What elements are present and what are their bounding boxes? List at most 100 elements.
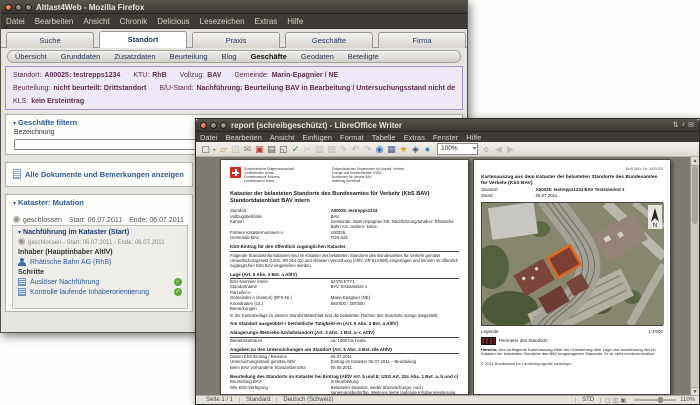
cut-icon[interactable]: ✂ — [302, 144, 313, 155]
minimize-button[interactable] — [210, 121, 217, 129]
hyperlink-icon[interactable]: ◉ — [374, 144, 385, 155]
zoom-icon[interactable]: ○ — [481, 144, 492, 155]
zoom-slider-knob[interactable] — [658, 397, 664, 403]
web-icon[interactable]: ● — [422, 144, 433, 155]
book-view-icon: ▣ — [620, 397, 627, 404]
sub-tab[interactable]: Blog — [215, 52, 244, 61]
doc-section-header: KbS-Eintrag für den öffentlich zugänglic… — [230, 244, 459, 252]
menu-item[interactable]: Datei — [196, 133, 222, 142]
bezeichnung-input[interactable] — [14, 139, 210, 150]
collapse-arrow-icon[interactable]: ▾ — [13, 201, 16, 207]
menu-item[interactable]: Extras — [250, 17, 283, 26]
zoom-percentage[interactable]: 110% — [680, 397, 695, 403]
menu-item[interactable]: Chronik — [115, 17, 153, 26]
main-tab[interactable]: Suche — [6, 32, 94, 48]
main-tab[interactable]: Standort — [99, 31, 187, 48]
legend-item-label: Perimeter des Standorts — [499, 338, 548, 344]
maximize-button[interactable] — [25, 3, 32, 11]
menu-item[interactable]: Extras — [400, 133, 429, 142]
save-icon[interactable]: ◫ — [230, 144, 241, 155]
format-paintbrush-icon[interactable]: ✎ — [338, 144, 349, 155]
main-tab[interactable]: Praxis — [192, 32, 280, 48]
step-link[interactable]: Kontrolle laufende Inhaberorientierung — [30, 289, 149, 296]
sub-tab[interactable]: Grunddaten — [54, 52, 108, 61]
firefox-titlebar: Altlast4Web - Mozilla Firefox — [1, 1, 467, 14]
info-text: A00025: testrepps1234 — [44, 72, 121, 79]
mail-indicator-icon[interactable]: ✉ — [688, 121, 694, 129]
menu-item[interactable]: Format — [336, 133, 368, 142]
network-indicator-icon[interactable]: ⇅ — [673, 121, 679, 129]
navigator-icon[interactable]: ◈ — [410, 144, 421, 155]
menu-item[interactable]: Hilfe — [462, 133, 485, 142]
sub-tab[interactable]: Beteiligte — [341, 52, 386, 61]
table-icon[interactable]: ▦ — [386, 144, 397, 155]
scrollbar-thumb[interactable] — [692, 166, 698, 224]
nachfuehrung-title: Nachführung im Kataster (Start) — [23, 229, 130, 236]
volume-indicator-icon[interactable]: ♪ — [682, 121, 686, 129]
page-preview-icon[interactable]: ◱ — [278, 144, 289, 155]
sub-tab[interactable]: Zusatzdaten — [107, 52, 162, 61]
menu-item[interactable]: Lesezeichen — [195, 17, 250, 26]
maximize-button[interactable] — [220, 121, 227, 129]
new-dropdown-icon[interactable]: ▾ — [212, 144, 217, 155]
menu-item[interactable]: Bearbeiten — [222, 133, 266, 142]
sub-tab[interactable]: Geodaten — [294, 52, 341, 61]
menu-item[interactable]: Ansicht — [78, 17, 114, 26]
zoom-combo[interactable]: 100% — [437, 143, 478, 155]
paragraph-style[interactable]: Standard — [240, 397, 278, 403]
info-text: Standort: — [13, 72, 42, 79]
close-button[interactable] — [5, 3, 12, 11]
doc-section-header: Lage (Art. 5 Abs. 3 Bst. a AltlV) — [230, 272, 459, 279]
menu-item[interactable]: Fenster — [429, 133, 462, 142]
open-icon[interactable]: ▱ — [218, 144, 229, 155]
email-icon[interactable]: ✉ — [242, 144, 253, 155]
view-layout-buttons[interactable]: ▢ ◫ ▣ — [601, 397, 630, 404]
step-link[interactable]: Auslöser Nachführung — [30, 279, 99, 286]
gallery-icon[interactable]: ★ — [398, 144, 409, 155]
copy-icon[interactable]: ▥ — [314, 144, 325, 155]
single-page-view-icon: ▢ — [605, 397, 611, 404]
back-icon[interactable]: ◀ — [493, 144, 504, 155]
spellcheck-icon[interactable]: ✓ — [290, 144, 301, 155]
menu-item[interactable]: Hilfe — [282, 17, 308, 26]
inhaber-link[interactable]: Rhätische Bahn AG (RhB) — [30, 259, 111, 266]
menu-item[interactable]: Bearbeiten — [30, 17, 79, 26]
zoom-slider[interactable] — [634, 397, 677, 403]
sub-tab[interactable]: Geschäfte — [244, 52, 294, 61]
pdf-export-icon[interactable]: ▣ — [254, 144, 265, 155]
map-scale: 1:2'000 — [648, 328, 663, 334]
selection-mode[interactable]: STD — [576, 397, 602, 403]
doc-section-header: Ablagerungs-/Betriebs-/Unfallstandort (A… — [230, 330, 459, 338]
vertical-scrollbar[interactable]: ▲ ▼ — [690, 157, 699, 396]
confed-line: Confederaziun svizra — [244, 179, 274, 183]
print-icon[interactable]: ▤ — [266, 144, 277, 155]
doc-paragraph: In der Kartenbeilage zu diesem Standortd… — [230, 312, 439, 318]
language-indicator[interactable]: Deutsch (Schweiz) — [277, 397, 577, 403]
collapse-arrow-icon[interactable]: ▾ — [18, 230, 21, 236]
scroll-up-arrow[interactable]: ▲ — [691, 157, 699, 166]
doc-row: Betriebszeitraum ca. 1900 bis heute — [230, 337, 366, 343]
menu-item[interactable]: Datei — [1, 17, 30, 26]
menu-item[interactable]: Tabelle — [368, 133, 400, 142]
show-all-documents-link[interactable]: Alle Dokumente und Bemerkungen anzeigen — [25, 170, 184, 179]
info-text: BAV — [207, 72, 222, 79]
nachfuehrung-subbox: ▾ Nachführung im Kataster (Start) geschlo… — [12, 225, 188, 309]
schritte-label: Schritte — [18, 269, 45, 276]
minimize-button[interactable] — [15, 3, 22, 11]
menu-item[interactable]: Delicious — [152, 17, 194, 26]
document-page-2: KbS BAV Nr. A00025 Kartenauszug aus dem … — [473, 159, 671, 395]
paste-icon[interactable]: ▧ — [326, 144, 337, 155]
undo-icon[interactable]: ↶ — [350, 144, 361, 155]
sub-tab[interactable]: Übersicht — [8, 52, 54, 61]
new-document-icon[interactable]: ▢ — [200, 144, 211, 155]
legend-label: Legende — [481, 328, 499, 334]
main-tab[interactable]: Geschäfte — [285, 32, 373, 48]
collapse-arrow-icon[interactable]: ▾ — [13, 121, 16, 127]
menu-item[interactable]: Ansicht — [266, 133, 299, 142]
forward-icon[interactable]: ▶ — [505, 144, 516, 155]
sub-tab[interactable]: Beurteilung — [163, 52, 215, 61]
main-tab[interactable]: Firma — [378, 32, 466, 48]
menu-item[interactable]: Einfügen — [298, 133, 336, 142]
close-button[interactable] — [200, 121, 207, 129]
redo-icon[interactable]: ↷ — [362, 144, 373, 155]
